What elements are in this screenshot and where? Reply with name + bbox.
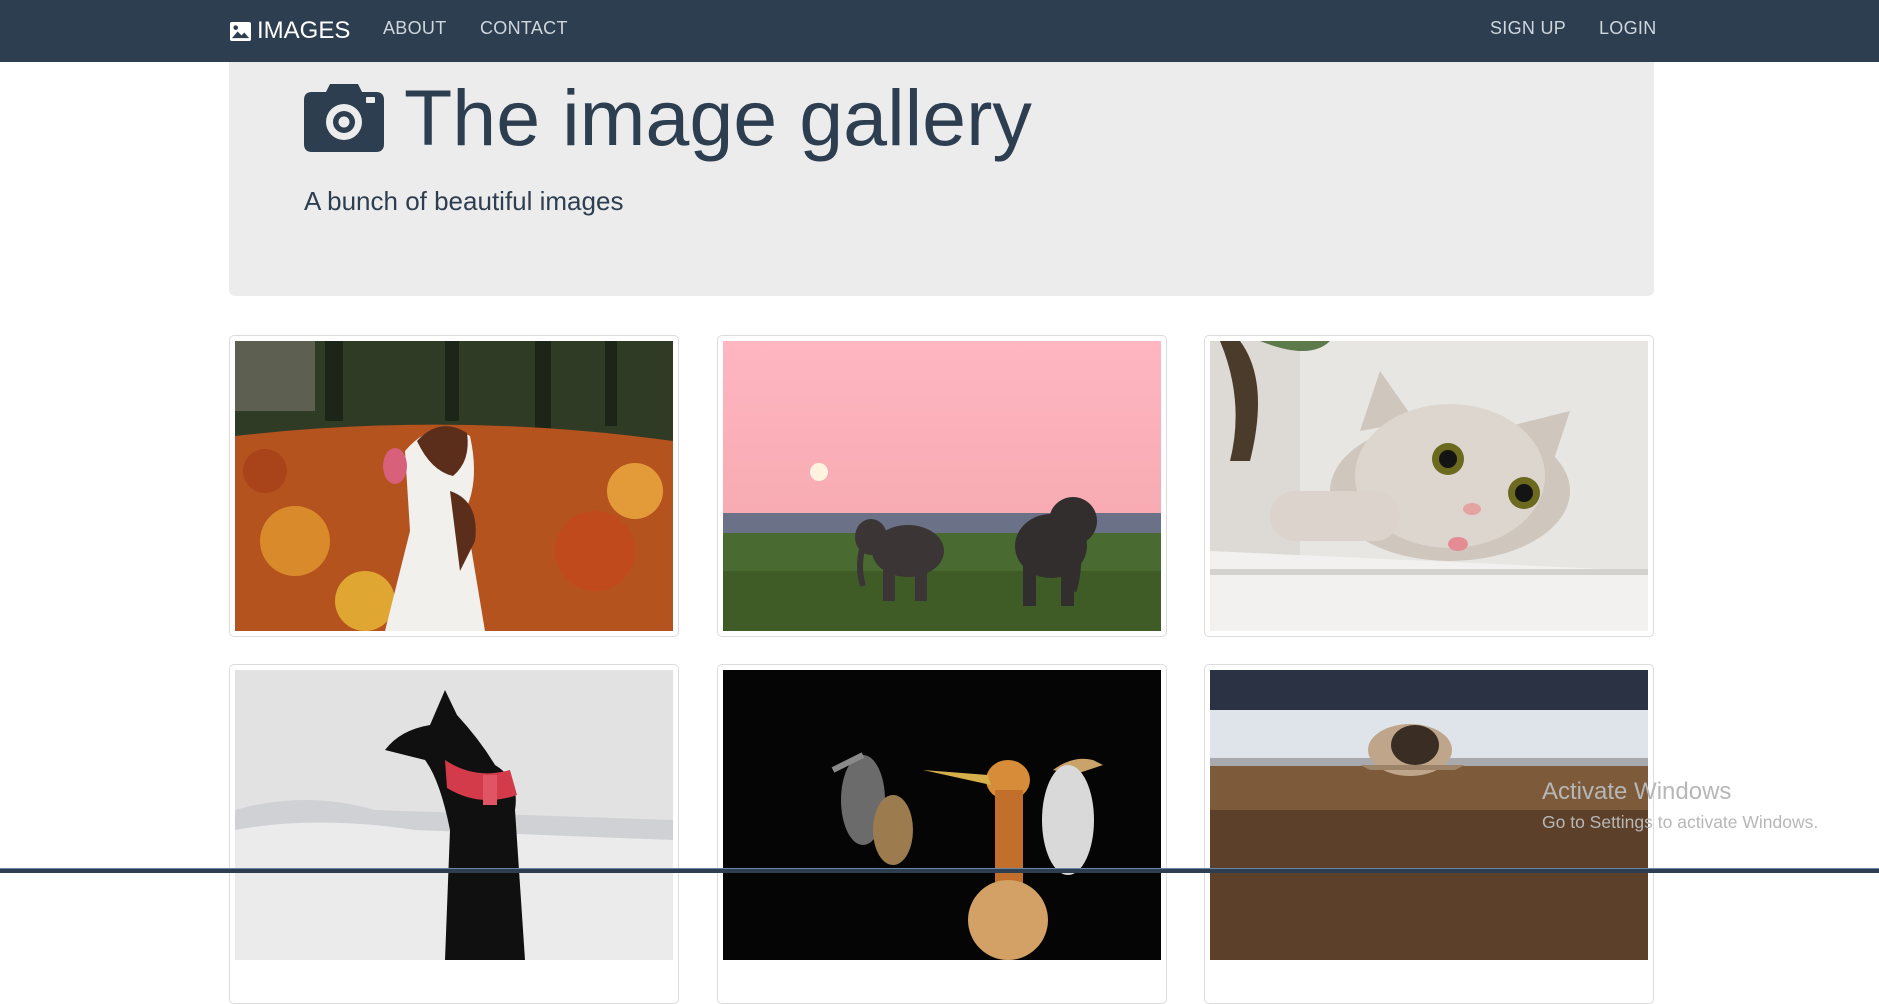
elephants-sunset-image — [723, 341, 1161, 631]
windows-activation-subtitle: Go to Settings to activate Windows. — [1542, 812, 1819, 832]
nav-login-link[interactable]: LOGIN — [1599, 18, 1657, 39]
hero-jumbotron: The image gallery A bunch of beautiful i… — [229, 62, 1654, 296]
gallery-thumbnail[interactable] — [1204, 335, 1654, 637]
nav-signup-link[interactable]: SIGN UP — [1490, 18, 1566, 39]
black-dog-snow-image — [235, 670, 673, 960]
image-icon — [230, 21, 251, 41]
gallery-thumbnail[interactable] — [1204, 664, 1654, 1004]
gallery-thumbnail[interactable] — [229, 664, 679, 1004]
brand-link[interactable]: IMAGES — [229, 16, 350, 46]
cat-image — [1210, 341, 1648, 631]
windows-activation-title: Activate Windows — [1542, 778, 1732, 805]
egrets-image — [723, 670, 1161, 960]
camera-icon — [304, 83, 384, 152]
page-subtitle: A bunch of beautiful images — [304, 186, 624, 216]
nav-contact-link[interactable]: CONTACT — [480, 18, 568, 39]
page-title: The image gallery — [304, 78, 1032, 157]
top-navbar: IMAGES ABOUT CONTACT SIGN UP LOGIN — [0, 0, 1879, 62]
gallery-thumbnail[interactable] — [717, 335, 1167, 637]
dog-leaves-image — [235, 341, 673, 631]
brand-label: IMAGES — [257, 17, 351, 44]
page-title-text: The image gallery — [404, 73, 1032, 162]
nav-about-link[interactable]: ABOUT — [383, 18, 447, 39]
gallery-thumbnail[interactable] — [717, 664, 1167, 1004]
gallery-thumbnail[interactable] — [229, 335, 679, 637]
bottom-status-strip — [0, 868, 1879, 873]
